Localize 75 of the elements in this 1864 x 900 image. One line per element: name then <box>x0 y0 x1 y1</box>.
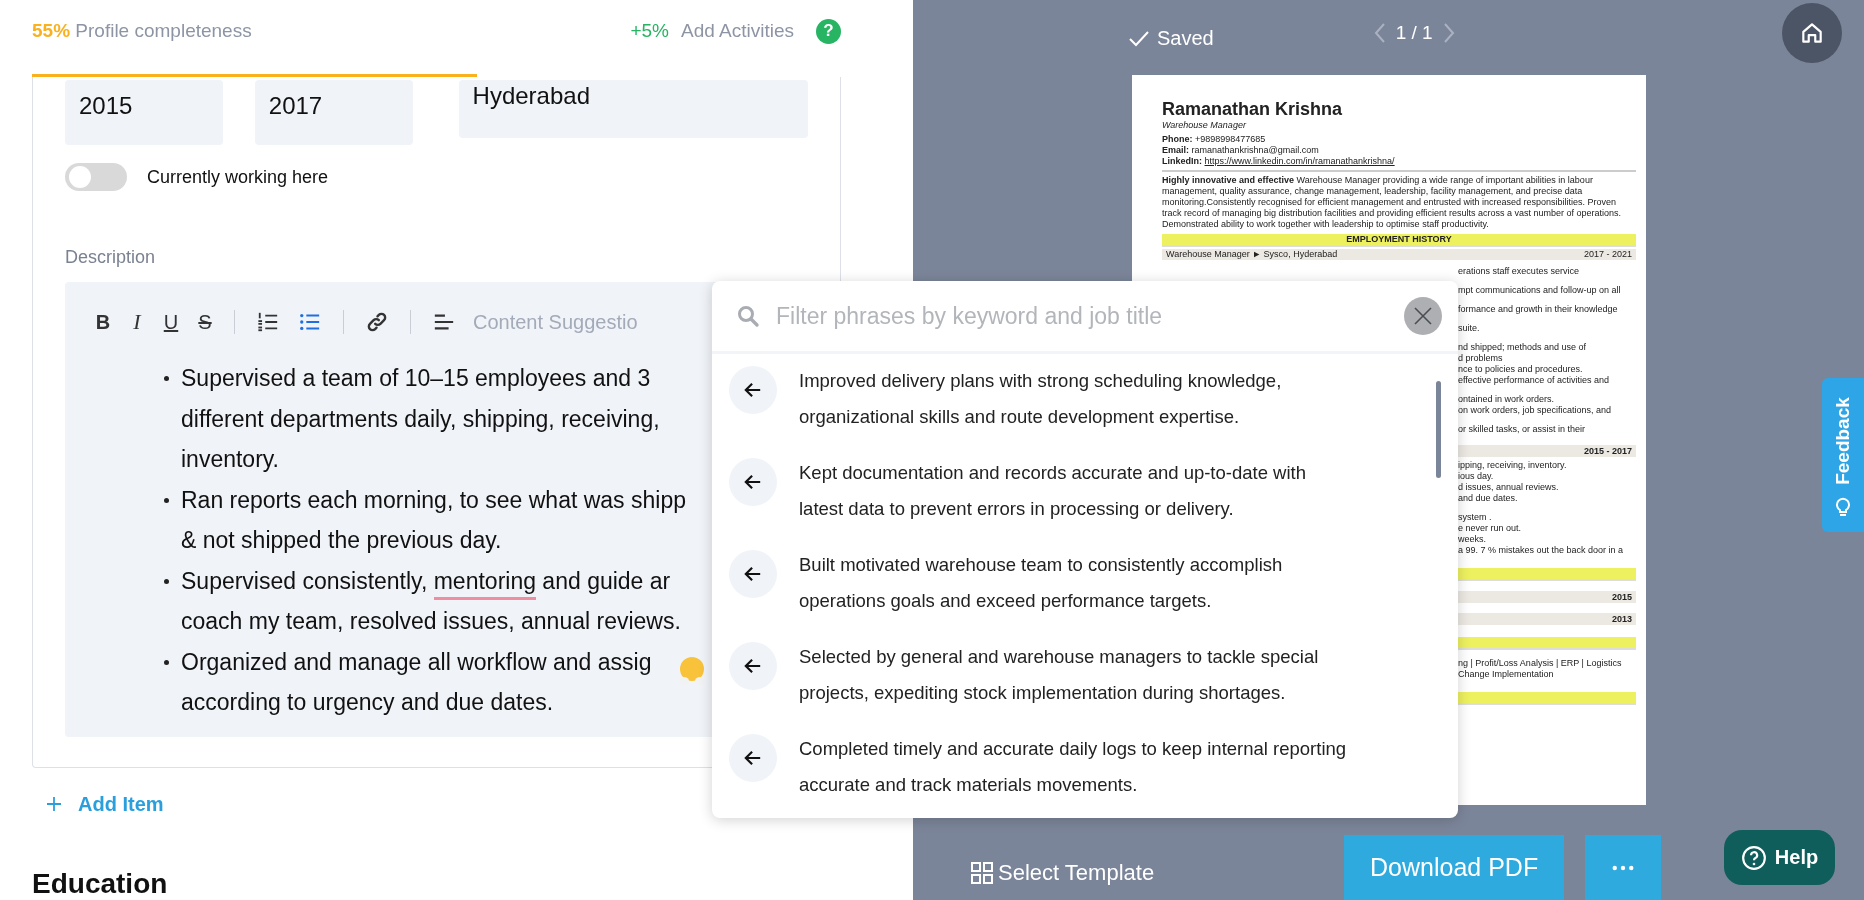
saved-status: Saved <box>1127 26 1214 51</box>
resume-text: ipping, receiving, inventory. ious day. d issues, annual reviews. and due dates. <box>1458 460 1568 504</box>
arrow-left-icon <box>744 565 762 583</box>
input-field[interactable]: 2015 <box>65 80 223 145</box>
resume-text: ontained in work orders. on work orders, job specifications, and <box>1458 394 1613 416</box>
resume-summary: Highly innovative and effective Warehouse Manager providing a wide range of important abilities in labour management, quality assurance, change management, leadership, facility management, and precise data monitoring.Consistently recognised for efficient management and entrusted with increased responsibilities. Proven track record of managing big distribution facilities and providing efficient results across a vast number of operations. Demonstrated ability to work together with leadership to optimise staff productivity. <box>1162 175 1623 230</box>
link-icon[interactable] <box>366 311 388 333</box>
bullet-dot-icon <box>164 659 169 665</box>
numbered-list-icon[interactable] <box>257 311 279 333</box>
bullet-dot-icon <box>164 578 169 584</box>
arrow-left-icon <box>744 473 762 491</box>
bullet-dot-icon <box>164 376 169 381</box>
italic-button[interactable]: I <box>124 309 150 335</box>
search-icon <box>736 304 760 328</box>
arrow-left-icon <box>744 657 762 675</box>
phrase-text[interactable]: Selected by general and warehouse managers to tackle special projects, expediting stock implementation during shortages. <box>799 639 1319 711</box>
resume-name: Ramanathan Krishna <box>1162 99 1344 120</box>
resume-text: formance and growth in their knowledge <box>1458 304 1619 315</box>
search-field[interactable]: Filter phrases by keyword and job title <box>774 301 1404 331</box>
toggle-label: Currently working here <box>147 166 329 188</box>
underline-button[interactable]: U <box>158 310 184 334</box>
resume-text: suite. <box>1458 323 1481 334</box>
select-template-button[interactable]: Select Template <box>970 859 1155 886</box>
resume-text: mpt communications and follow-up on all <box>1458 285 1622 296</box>
resume-contact: Email: ramanathankrishna@gmail.com <box>1162 145 1320 156</box>
resume-job-dates: 2017 - 2021 <box>1583 249 1632 260</box>
arrow-left-icon <box>744 749 762 767</box>
insert-phrase-button[interactable] <box>729 366 777 414</box>
help-button[interactable]: Help <box>1724 830 1835 885</box>
resume-text: erations staff executes service <box>1458 266 1580 277</box>
phrase-text[interactable]: Kept documentation and records accurate and up-to-date with latest data to prevent errors in processing or delivery. <box>799 455 1306 527</box>
phrase-text[interactable]: Improved delivery plans with strong scheduling knowledge, organizational skills and route development expertise. <box>799 363 1282 435</box>
insert-phrase-button[interactable] <box>729 642 777 690</box>
input-field[interactable]: Hyderabad <box>458 80 808 138</box>
close-icon <box>1413 306 1433 326</box>
section-heading: Education <box>32 867 169 900</box>
bullet-text: Supervised a team of 10–15 employees and 3 different departments daily, shipping, receiving, inventory. <box>181 364 660 474</box>
phrase-text[interactable]: Built motivated warehouse team to consistently accomplish operations goals and exceed performance targets. <box>799 547 1283 619</box>
strike-button[interactable]: S <box>192 310 218 334</box>
bullet-dot-icon <box>164 497 169 503</box>
lightbulb-icon <box>1835 497 1851 517</box>
bullet-text: Ran reports each morning, to see what was shipp & not shipped the previous day. <box>181 485 686 555</box>
question-icon <box>1740 844 1767 871</box>
bullet-text: Organized and manage all workflow and assig according to urgency and due dates. <box>181 647 652 717</box>
resume-contact: Phone: +9898998477685 <box>1162 134 1267 145</box>
resume-job-bar: 2015 <box>1458 591 1636 603</box>
resume-text: ng | Profit/Loss Analysis | ERP | Logistics Change Implementation <box>1458 658 1623 680</box>
resume-job-title: Warehouse Manager ► Sysco, Hyderabad <box>1166 249 1338 260</box>
insert-phrase-button[interactable] <box>729 734 777 782</box>
description-label: Description <box>65 247 157 268</box>
bold-button[interactable]: B <box>90 310 116 334</box>
close-button[interactable] <box>1404 297 1442 335</box>
align-left-icon[interactable] <box>433 311 455 333</box>
bonus-percent: +5% <box>630 20 669 42</box>
bullet-list-icon[interactable] <box>299 311 321 333</box>
page-indicator: 1 / 1 <box>1395 21 1433 44</box>
plus-icon <box>46 796 62 812</box>
resume-text: nd shipped; methods and use of d problems nce to policies and procedures. effective performance of activities and <box>1458 342 1610 386</box>
resume-job-bar: 2013 <box>1458 613 1636 625</box>
bullet-text: Supervised consistently, mentoring and guide ar coach my team, resolved issues, annual reviews. <box>181 566 681 636</box>
resume-text: or skilled tasks, or assist in their <box>1458 424 1587 435</box>
resume-contact: LinkedIn: https://www.linkedin.com/in/ramanathankrishna/ <box>1162 156 1396 167</box>
grid-icon <box>970 860 994 885</box>
profile-completeness: 55% Profile completeness <box>32 20 252 42</box>
resume-text: system . e never run out. weeks. a 99. 7 % mistakes out the back door in a <box>1458 512 1625 556</box>
toggle-switch[interactable] <box>65 163 127 191</box>
scrollbar[interactable] <box>1436 381 1441 478</box>
insert-phrase-button[interactable] <box>729 550 777 598</box>
more-icon <box>1612 864 1635 871</box>
resume-job-bar: 2015 - 2017 <box>1458 445 1636 457</box>
resume-title: Warehouse Manager <box>1162 120 1248 130</box>
input-field[interactable]: 2017 <box>254 80 413 145</box>
insert-phrase-button[interactable] <box>729 458 777 506</box>
resume-section-bar: EMPLOYMENT HISTORY <box>1162 234 1636 247</box>
arrow-left-icon <box>744 381 762 399</box>
